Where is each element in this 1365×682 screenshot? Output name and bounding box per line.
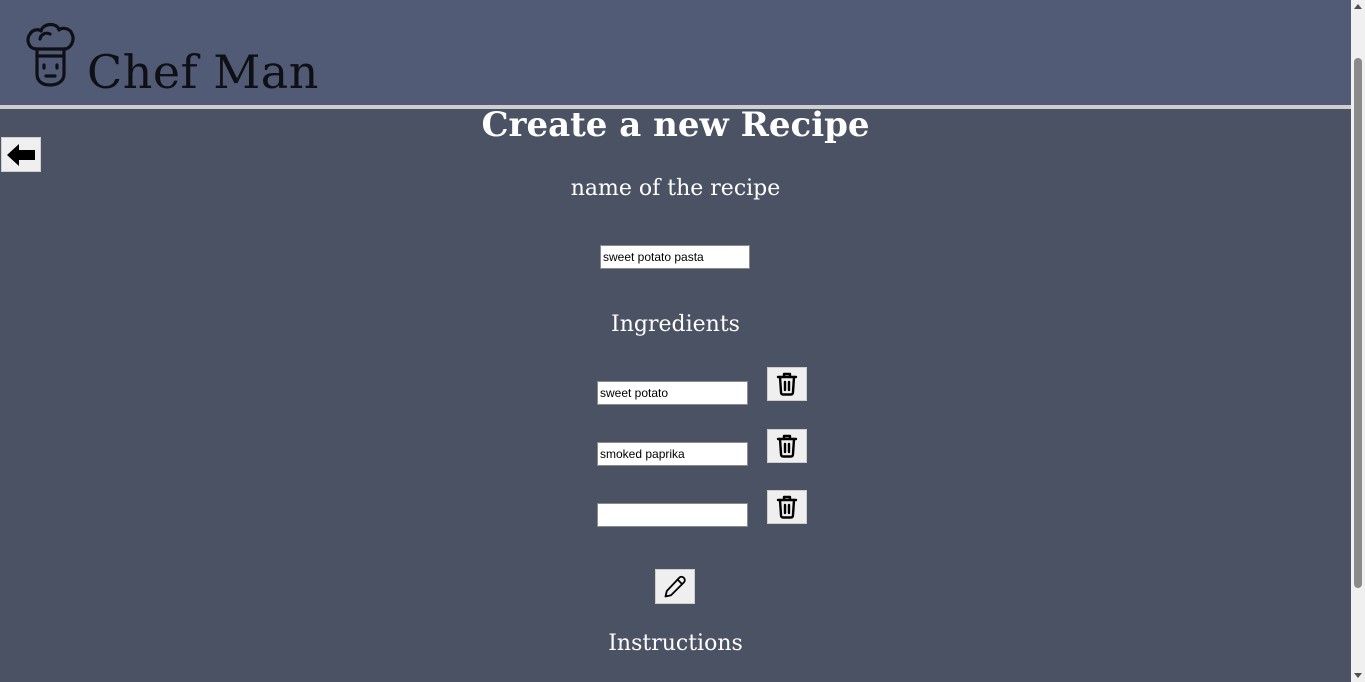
ingredient-input-3[interactable] — [597, 503, 748, 527]
page: Chef Man Create a new Recipe name of the… — [0, 0, 1351, 682]
delete-ingredient-button-2[interactable] — [767, 429, 807, 463]
browser-viewport: Chef Man Create a new Recipe name of the… — [0, 0, 1365, 682]
vertical-scrollbar[interactable] — [1351, 0, 1365, 682]
recipe-name-input[interactable] — [600, 245, 750, 269]
scrollbar-thumb[interactable] — [1354, 58, 1362, 588]
ingredient-input-1[interactable] — [597, 381, 748, 405]
app-title: Chef Man — [87, 45, 319, 99]
app-header: Chef Man — [0, 0, 1351, 105]
back-button[interactable] — [1, 137, 41, 172]
page-title: Create a new Recipe — [481, 105, 870, 145]
ingredients-label: Ingredients — [611, 312, 740, 337]
pencil-icon — [664, 575, 686, 597]
scroll-down-icon[interactable] — [1354, 673, 1362, 678]
trash-icon — [776, 434, 798, 458]
trash-icon — [776, 372, 798, 396]
instructions-label: Instructions — [608, 631, 743, 656]
add-ingredient-button[interactable] — [655, 569, 695, 604]
delete-ingredient-button-1[interactable] — [767, 367, 807, 401]
chef-hat-face-icon — [26, 22, 75, 87]
arrow-left-icon — [7, 143, 35, 166]
scroll-up-icon[interactable] — [1354, 4, 1362, 9]
delete-ingredient-button-3[interactable] — [767, 490, 807, 524]
trash-icon — [776, 495, 798, 519]
ingredient-input-2[interactable] — [597, 442, 748, 466]
recipe-name-label: name of the recipe — [570, 176, 781, 201]
